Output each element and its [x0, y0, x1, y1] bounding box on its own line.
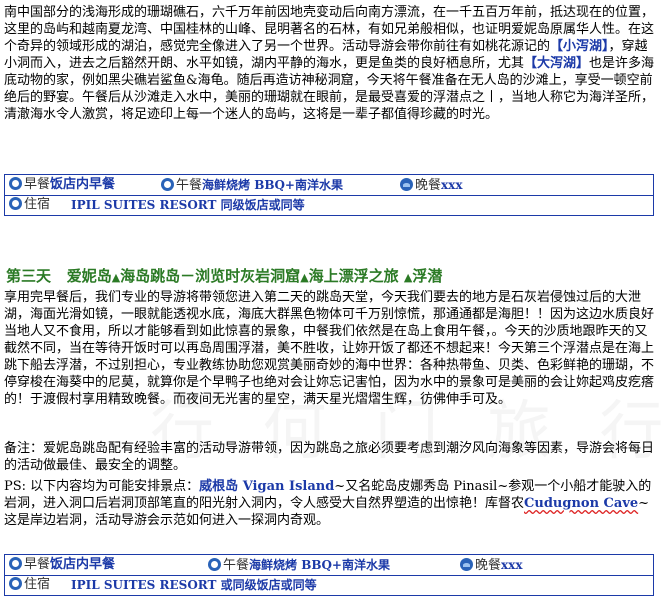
big-lagoon-link[interactable]: 【大泻湖】: [524, 56, 589, 71]
vigan-island-link[interactable]: 威根岛 Vigan Island: [199, 479, 334, 494]
meals-box-day3: 早餐饭店内早餐 午餐海鲜烧烤 BBQ+南洋水果 晚餐xxx 住宿 IPIL SU…: [4, 554, 654, 596]
lunch-cell: 午餐海鲜烧烤 BBQ+南洋水果: [161, 177, 343, 193]
meals-row: 早餐饭店内早餐 午餐海鲜烧烤 BBQ+南洋水果 晚餐xxx: [5, 175, 653, 196]
day3-body: 享用完早餐后，我们专业的导游将带领您进入第二天的跳岛天堂，今天我们要去的地方是石…: [4, 290, 655, 407]
dinner-cell: 晚餐xxx: [400, 177, 462, 193]
lunch-value: 海鲜烧烤 BBQ+南洋水果: [202, 178, 343, 192]
day3-title: 第三天 爱妮岛▲海岛跳岛－浏览时灰岩洞窟▲海上漂浮之旅 ▲浮潜: [6, 267, 443, 285]
hotel-cell: 住宿: [9, 197, 50, 213]
dinner-icon: [400, 178, 413, 191]
meals-box-day2: 早餐饭店内早餐 午餐海鲜烧烤 BBQ+南洋水果 晚餐xxx 住宿 IPIL SU…: [4, 174, 654, 216]
hotel-icon: [9, 197, 22, 210]
dinner-value: xxx: [441, 178, 463, 192]
arrow-icon: ▲: [111, 271, 121, 284]
lunch-icon: [161, 178, 174, 191]
breakfast-value: 饭店内早餐: [50, 557, 116, 572]
hotel-row: 住宿 IPIL SUITES RESORT 或同级饭店或同等: [5, 575, 653, 595]
breakfast-cell: 早餐饭店内早餐: [9, 177, 115, 193]
hotel-row: 住宿 IPIL SUITES RESORT 同级饭店或同等: [5, 195, 653, 215]
meals-row: 早餐饭店内早餐 午餐海鲜烧烤 BBQ+南洋水果 晚餐xxx: [5, 555, 653, 576]
hotel-value: IPIL SUITES RESORT 或同级饭店或同等: [71, 578, 317, 592]
small-lagoon-link[interactable]: 【小泻湖】: [550, 39, 609, 54]
cudugnon-cave-link[interactable]: Cudugnon Cave: [524, 496, 638, 511]
hotel-icon: [9, 577, 22, 590]
hotel-cell: 住宿: [9, 577, 50, 593]
lunch-cell: 午餐海鲜烧烤 BBQ+南洋水果: [208, 557, 390, 573]
dinner-icon: [460, 558, 473, 571]
arrow-icon: ▲: [300, 271, 309, 284]
day3-ps: PS: 以下内容均为可能安排景点：威根岛 Vigan Island~又名蛇岛皮娜…: [4, 479, 652, 528]
lunch-value: 海鲜烧烤 BBQ+南洋水果: [249, 558, 390, 572]
breakfast-value: 饭店内早餐: [50, 177, 116, 192]
breakfast-cell: 早餐饭店内早餐: [9, 557, 115, 573]
hotel-value: IPIL SUITES RESORT 同级饭店或同等: [71, 198, 305, 212]
lunch-icon: [208, 558, 221, 571]
day3-note: 备注：爱妮岛跳岛配有经验丰富的活动导游带领，因为跳岛之旅必须要考虑到潮汐风向海象…: [4, 441, 655, 473]
intro-paragraph: 南中国部分的浅海形成的珊瑚礁石，六千万年前因地壳变动后向南方漂流，在一千五百万年…: [4, 4, 658, 123]
breakfast-icon: [9, 177, 22, 190]
dinner-value: xxx: [501, 558, 523, 572]
breakfast-icon: [9, 557, 22, 570]
dinner-cell: 晚餐xxx: [460, 557, 522, 573]
